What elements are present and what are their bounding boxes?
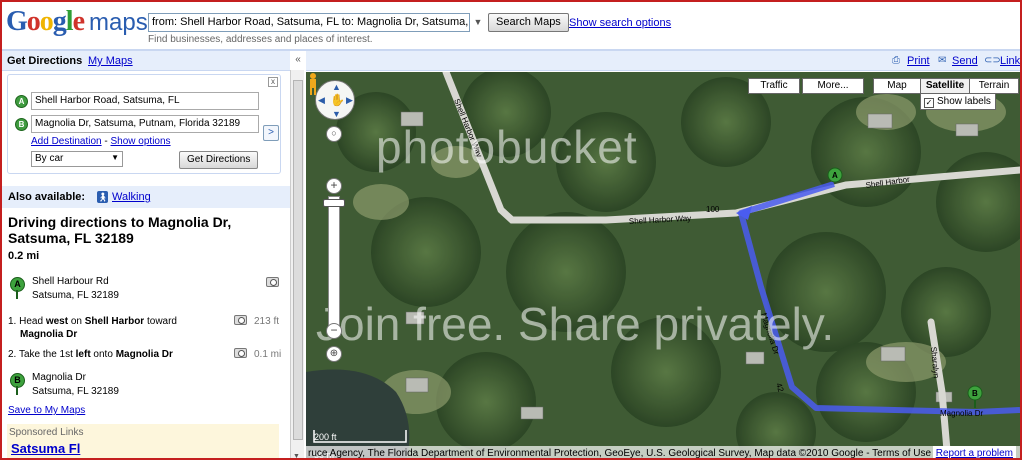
more-button[interactable]: More... <box>802 78 864 94</box>
walking-link[interactable]: Walking <box>112 191 151 203</box>
magnify-icon[interactable]: ⊕ <box>326 346 342 362</box>
end-address-line2: Satsuma, FL 32189 <box>32 386 119 397</box>
marker-b-icon: B <box>15 118 28 131</box>
attribution-text: ruce Agency, The Florida Department of E… <box>308 448 932 459</box>
sponsored-link[interactable]: Satsuma Fl <box>11 441 80 456</box>
pegman-icon[interactable] <box>306 72 320 96</box>
scale-ft: 200 ft <box>314 432 337 442</box>
map-attribution: ruce Agency, The Florida Department of E… <box>306 446 1020 459</box>
show-search-options-link[interactable]: Show search options <box>569 17 671 29</box>
get-directions-button[interactable]: Get Directions <box>179 151 259 169</box>
panel-tab-bar: Get Directions My Maps <box>2 51 290 71</box>
left-panel-scrollbar[interactable]: ▼ <box>290 70 304 458</box>
direction-step-2[interactable]: 2. Take the 1st left onto Magnolia Dr <box>8 348 233 361</box>
travel-mode-value: By car <box>35 153 64 164</box>
end-pin-icon[interactable]: B <box>10 373 25 395</box>
swap-directions-icon[interactable]: > <box>263 125 279 141</box>
search-history-dropdown-icon[interactable]: ▼ <box>472 14 484 31</box>
end-address: Magnolia Dr Satsuma, FL 32189 <box>32 371 119 399</box>
zoom-slider-thumb[interactable] <box>323 199 345 207</box>
collapse-panel-icon[interactable]: « <box>291 54 305 68</box>
road-number-100: 100 <box>706 205 720 214</box>
step-2-distance: 0.1 mi <box>254 349 282 360</box>
map-type-terrain[interactable]: Terrain <box>969 78 1019 94</box>
start-address: Shell Harbour Rd Satsuma, FL 32189 <box>32 275 119 303</box>
map-type-satellite[interactable]: Satellite <box>920 78 970 94</box>
show-options-link[interactable]: Show options <box>111 136 171 147</box>
svg-text:B: B <box>972 389 978 398</box>
chevron-down-icon: ▼ <box>111 153 119 162</box>
link-separator: - <box>104 136 108 147</box>
link-icon[interactable]: ⊂⊃ <box>984 56 1001 66</box>
show-labels-text: Show labels <box>937 96 991 107</box>
pan-down-icon[interactable]: ▼ <box>332 109 341 119</box>
pan-up-icon[interactable]: ▲ <box>332 82 341 92</box>
zoom-out-button[interactable]: − <box>326 323 342 339</box>
travel-mode-select[interactable]: By car ▼ <box>31 151 123 167</box>
checkbox-checked-icon[interactable]: ✓ <box>924 98 934 108</box>
road-label-magnolia: Magnolia Dr <box>940 409 983 418</box>
form-links: Add Destination - Show options <box>31 136 171 147</box>
also-available-label: Also available: <box>8 191 86 203</box>
show-labels-option[interactable]: ✓ Show labels <box>920 93 996 110</box>
watermark-tagline: Join free. Share privately. <box>316 298 835 350</box>
window-frame: Google maps from: Shell Harbor Road, Sats… <box>0 0 1022 460</box>
direction-step-1[interactable]: 1. Head west on Shell Harbor toward Magn… <box>8 315 233 341</box>
search-input[interactable]: from: Shell Harbor Road, Satsuma, FL to:… <box>148 13 470 32</box>
start-address-line1: Shell Harbour Rd <box>32 276 109 287</box>
to-field[interactable]: Magnolia Dr, Satsuma, Putnam, Florida 32… <box>31 115 259 133</box>
google-maps-logo[interactable]: Google maps <box>6 6 148 38</box>
svg-text:A: A <box>832 171 838 180</box>
search-hint: Find businesses, addresses and places of… <box>148 34 373 45</box>
driving-directions-title: Driving directions to Magnolia Dr, Satsu… <box>8 214 232 246</box>
total-distance: 0.2 mi <box>8 250 40 262</box>
close-icon[interactable]: x <box>268 77 278 87</box>
pan-right-icon[interactable]: ▶ <box>346 95 353 106</box>
add-destination-link[interactable]: Add Destination <box>31 136 102 147</box>
pan-left-icon[interactable]: ◀ <box>318 95 325 106</box>
step-1-distance: 213 ft <box>254 316 280 327</box>
scrollbar-thumb[interactable] <box>293 80 303 440</box>
print-link[interactable]: Print <box>907 55 930 67</box>
watermark-photobucket: photobucket <box>376 121 638 173</box>
satellite-map[interactable]: Shell Harbor Way Shell Harbor Way Shell … <box>306 72 1020 459</box>
sponsored-links: Sponsored Links Satsuma Fl <box>7 424 279 458</box>
start-address-line2: Satsuma, FL 32189 <box>32 290 119 301</box>
directions-form: x A Shell Harbor Road, Satsuma, FL B Mag… <box>7 74 281 174</box>
tab-get-directions[interactable]: Get Directions <box>7 55 82 67</box>
print-icon[interactable]: ⎙ <box>892 56 904 66</box>
also-available-bar: Also available: 🚶︎ Walking <box>2 186 290 208</box>
send-icon[interactable]: ✉ <box>938 56 950 66</box>
header: Google maps from: Shell Harbor Road, Sats… <box>2 2 1020 50</box>
pan-control[interactable]: ▲ ▼ ◀ ▶ ✋ <box>315 80 355 120</box>
left-panel: Get Directions My Maps x A Shell Harbor … <box>2 51 290 458</box>
from-field[interactable]: Shell Harbor Road, Satsuma, FL <box>31 92 259 110</box>
street-view-camera-icon[interactable] <box>266 277 279 287</box>
walking-icon[interactable]: 🚶︎ <box>97 191 108 203</box>
marker-a-icon: A <box>15 95 28 108</box>
start-pin-icon[interactable]: A <box>10 277 25 299</box>
hand-icon[interactable]: ✋ <box>330 93 345 107</box>
map-toolbar: ⎙ Print ✉ Send ⊂⊃ Link <box>306 51 1020 71</box>
map-type-map[interactable]: Map <box>873 78 921 94</box>
logo-maps-text: maps <box>89 9 148 36</box>
send-link[interactable]: Send <box>952 55 978 67</box>
map-marker-a-icon[interactable]: A <box>827 167 843 183</box>
sponsored-label: Sponsored Links <box>9 427 84 438</box>
traffic-button[interactable]: Traffic <box>748 78 800 94</box>
scroll-down-arrow-icon[interactable]: ▼ <box>293 453 300 458</box>
save-to-my-maps-link[interactable]: Save to My Maps <box>8 405 85 416</box>
zoom-in-button[interactable]: + <box>326 178 342 194</box>
reset-view-icon[interactable]: ○ <box>326 126 342 142</box>
search-maps-button[interactable]: Search Maps <box>488 13 569 32</box>
tab-my-maps[interactable]: My Maps <box>88 55 133 67</box>
link-link[interactable]: Link <box>1000 55 1020 67</box>
report-problem-link[interactable]: Report a problem <box>932 446 1016 458</box>
street-view-camera-icon[interactable] <box>234 315 247 325</box>
scale-bar: 200 ft 50 m <box>314 432 337 458</box>
zoom-slider[interactable] <box>328 196 340 334</box>
end-address-line1: Magnolia Dr <box>32 372 86 383</box>
street-view-camera-icon[interactable] <box>234 348 247 358</box>
